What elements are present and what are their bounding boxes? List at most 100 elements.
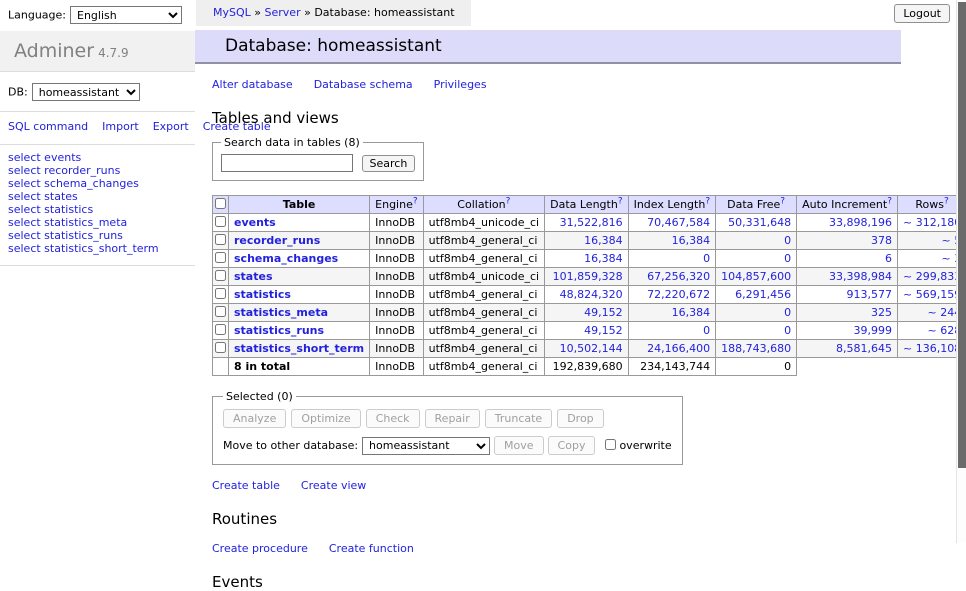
data_free-value-link[interactable]: 6,291,456 xyxy=(735,288,791,301)
index_length-value-link[interactable]: 16,384 xyxy=(672,306,711,319)
auto_increment-value-link[interactable]: 39,999 xyxy=(854,324,893,337)
scrollbar-track[interactable] xyxy=(956,0,966,543)
sidebar-select-schema-changes-link[interactable]: select schema_changes xyxy=(8,177,139,190)
scrollbar-thumb[interactable] xyxy=(958,2,966,468)
table-link-statistics-short-term[interactable]: statistics_short_term xyxy=(234,342,364,355)
rows-value-link[interactable]: ~ 136,108 xyxy=(903,342,961,355)
sidebar-select-statistics-runs-link[interactable]: select statistics_runs xyxy=(8,229,123,242)
data_free-value-link[interactable]: 0 xyxy=(784,234,791,247)
table-row: statistics_short_termInnoDButf8mb4_gener… xyxy=(213,340,966,358)
row-checkbox[interactable] xyxy=(215,216,226,227)
column-help-icon[interactable]: ? xyxy=(944,196,949,206)
data_length-value-link[interactable]: 16,384 xyxy=(584,234,623,247)
data_length-value-link[interactable]: 49,152 xyxy=(584,324,623,337)
data_length-value-link[interactable]: 48,824,320 xyxy=(560,288,623,301)
sidebar-select-statistics-link[interactable]: select statistics xyxy=(8,203,93,216)
index_length-value-link[interactable]: 67,256,320 xyxy=(647,270,710,283)
table-link-schema-changes[interactable]: schema_changes xyxy=(234,252,338,265)
data_free-value-link[interactable]: 50,331,648 xyxy=(728,216,791,229)
column-help-icon[interactable]: ? xyxy=(506,196,511,206)
data_free-value-link[interactable]: 0 xyxy=(784,252,791,265)
index_length-value-link[interactable]: 0 xyxy=(703,324,710,337)
data_free-value-link[interactable]: 188,743,680 xyxy=(721,342,791,355)
create-procedure-link[interactable]: Create procedure xyxy=(212,542,308,555)
auto_increment-value-link[interactable]: 8,581,645 xyxy=(836,342,892,355)
truncate-button[interactable]: Truncate xyxy=(485,409,552,428)
check-button[interactable]: Check xyxy=(366,409,420,428)
table-link-statistics-meta[interactable]: statistics_meta xyxy=(234,306,328,319)
create-table-link[interactable]: Create table xyxy=(212,479,280,492)
data_free-value-link[interactable]: 0 xyxy=(784,306,791,319)
column-help-icon[interactable]: ? xyxy=(618,196,623,206)
auto_increment-value-link[interactable]: 325 xyxy=(871,306,892,319)
data_free-value-link[interactable]: 0 xyxy=(784,324,791,337)
database-schema-link[interactable]: Database schema xyxy=(314,78,413,91)
language-select[interactable]: English xyxy=(70,6,182,24)
drop-button[interactable]: Drop xyxy=(557,409,603,428)
auto_increment-value-link[interactable]: 33,898,196 xyxy=(829,216,892,229)
column-help-icon[interactable]: ? xyxy=(887,196,892,206)
search-input[interactable] xyxy=(221,154,353,172)
row-checkbox[interactable] xyxy=(215,270,226,281)
row-checkbox[interactable] xyxy=(215,234,226,245)
rows-value-link[interactable]: ~ 299,833 xyxy=(903,270,961,283)
data_length-value-link[interactable]: 10,502,144 xyxy=(560,342,623,355)
auto_increment-value-link[interactable]: 913,577 xyxy=(847,288,893,301)
move-button[interactable]: Move xyxy=(494,436,544,455)
auto_increment-value-link[interactable]: 33,398,984 xyxy=(829,270,892,283)
create-view-link[interactable]: Create view xyxy=(301,479,366,492)
column-help-icon[interactable]: ? xyxy=(780,196,785,206)
search-button[interactable]: Search xyxy=(362,155,416,172)
table-link-events[interactable]: events xyxy=(234,216,276,229)
auto_increment-value-link[interactable]: 378 xyxy=(871,234,892,247)
select-all-checkbox[interactable] xyxy=(215,198,226,209)
analyze-button[interactable]: Analyze xyxy=(223,409,286,428)
index_length-value-link[interactable]: 70,467,584 xyxy=(647,216,710,229)
privileges-link[interactable]: Privileges xyxy=(434,78,487,91)
row-checkbox[interactable] xyxy=(215,288,226,299)
sidebar-select-statistics-meta-link[interactable]: select statistics_meta xyxy=(8,216,127,229)
cell-collation: utf8mb4_general_ci xyxy=(423,286,544,304)
table-link-recorder-runs[interactable]: recorder_runs xyxy=(234,234,320,247)
breadcrumb-server[interactable]: Server xyxy=(265,6,301,19)
data_length-value-link[interactable]: 31,522,816 xyxy=(560,216,623,229)
export-link[interactable]: Export xyxy=(153,120,189,133)
column-help-icon[interactable]: ? xyxy=(413,196,418,206)
breadcrumb-mysql[interactable]: MySQL xyxy=(213,6,251,19)
overwrite-label[interactable]: overwrite xyxy=(619,439,671,452)
move-db-select[interactable]: homeassistant xyxy=(362,437,490,455)
sidebar-select-events-link[interactable]: select events xyxy=(8,151,81,164)
column-help-icon[interactable]: ? xyxy=(705,196,710,206)
index_length-value-link[interactable]: 72,220,672 xyxy=(647,288,710,301)
sidebar-select-recorder-runs-link[interactable]: select recorder_runs xyxy=(8,164,120,177)
data_free-value-link[interactable]: 104,857,600 xyxy=(721,270,791,283)
table-link-statistics[interactable]: statistics xyxy=(234,288,291,301)
rows-value-link[interactable]: ~ 569,159 xyxy=(903,288,961,301)
import-link[interactable]: Import xyxy=(102,120,139,133)
overwrite-checkbox[interactable] xyxy=(605,439,616,450)
index_length-value-link[interactable]: 0 xyxy=(703,252,710,265)
data_length-value-link[interactable]: 16,384 xyxy=(584,252,623,265)
rows-value-link[interactable]: ~ 312,180 xyxy=(903,216,961,229)
index_length-value-link[interactable]: 16,384 xyxy=(672,234,711,247)
alter-database-link[interactable]: Alter database xyxy=(212,78,293,91)
repair-button[interactable]: Repair xyxy=(425,409,480,428)
row-checkbox[interactable] xyxy=(215,324,226,335)
cell-index_length: 16,384 xyxy=(628,232,716,250)
sidebar-select-statistics-short-term-link[interactable]: select statistics_short_term xyxy=(8,242,159,255)
row-checkbox[interactable] xyxy=(215,342,226,353)
row-checkbox[interactable] xyxy=(215,252,226,263)
sql-command-link[interactable]: SQL command xyxy=(8,120,88,133)
index_length-value-link[interactable]: 24,166,400 xyxy=(647,342,710,355)
table-link-states[interactable]: states xyxy=(234,270,273,283)
copy-button[interactable]: Copy xyxy=(548,436,596,455)
sidebar-select-states-link[interactable]: select states xyxy=(8,190,78,203)
db-select[interactable]: homeassistant xyxy=(32,83,140,101)
table-link-statistics-runs[interactable]: statistics_runs xyxy=(234,324,324,337)
row-checkbox[interactable] xyxy=(215,306,226,317)
create-function-link[interactable]: Create function xyxy=(329,542,414,555)
data_length-value-link[interactable]: 49,152 xyxy=(584,306,623,319)
data_length-value-link[interactable]: 101,859,328 xyxy=(553,270,623,283)
optimize-button[interactable]: Optimize xyxy=(291,409,360,428)
auto_increment-value-link[interactable]: 6 xyxy=(885,252,892,265)
